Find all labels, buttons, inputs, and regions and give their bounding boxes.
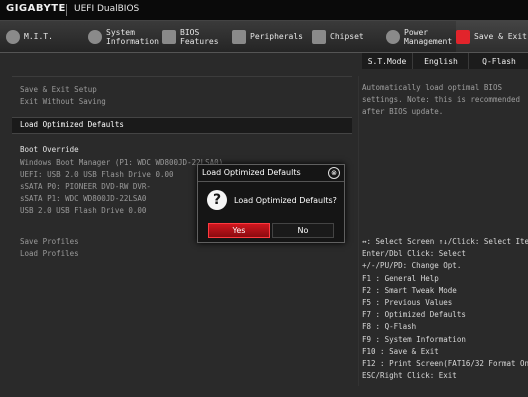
brand-separator bbox=[66, 4, 67, 16]
tab-power-management[interactable]: Power Management bbox=[386, 21, 452, 52]
tab-label: Chipset bbox=[330, 32, 364, 41]
power-icon bbox=[386, 29, 400, 44]
tab-mit[interactable]: M.I.T. bbox=[6, 21, 76, 52]
boot-item[interactable]: UEFI: USB 2.0 USB Flash Drive 0.00 bbox=[20, 170, 174, 179]
key-hint: +/-/PU/PD: Change Opt. bbox=[362, 261, 462, 271]
key-hint: ESC/Right Click: Exit bbox=[362, 371, 457, 381]
key-hint: ↔: Select Screen ↑↓/Click: Select Item bbox=[362, 237, 528, 246]
key-hint: F1 : General Help bbox=[362, 273, 439, 283]
tab-bios-features[interactable]: BIOS Features bbox=[162, 21, 226, 52]
boot-item[interactable]: Windows Boot Manager (P1: WDC WD800JD-22… bbox=[20, 158, 223, 167]
menu-load-optimized-defaults[interactable]: Load Optimized Defaults bbox=[20, 120, 124, 129]
tab-system-information[interactable]: System Information bbox=[88, 21, 159, 52]
key-hint: F5 : Previous Values bbox=[362, 298, 453, 308]
chipset-icon bbox=[312, 29, 326, 44]
chip-icon bbox=[162, 29, 176, 44]
tab-label: Peripherals bbox=[250, 32, 303, 41]
key-hint: F2 : Smart Tweak Mode bbox=[362, 285, 457, 295]
boot-override-heading: Boot Override bbox=[20, 145, 79, 154]
tab-label: Power Management bbox=[404, 27, 453, 46]
tab-save-exit[interactable]: Save & Exit bbox=[456, 21, 528, 52]
key-hint: Enter/Dbl Click: Select bbox=[362, 249, 466, 259]
key-hint: F8 : Q-Flash bbox=[362, 322, 417, 332]
question-icon: ? bbox=[207, 190, 227, 210]
sub-tab-bar: S.T.Mode English Q-Flash bbox=[362, 53, 528, 69]
panel-divider bbox=[358, 76, 359, 386]
tab-chipset[interactable]: Chipset bbox=[312, 21, 368, 52]
main-tab-bar: M.I.T. System Information BIOS Features … bbox=[0, 21, 528, 53]
dialog-title: Load Optimized Defaults bbox=[202, 168, 301, 177]
subtab-q-flash[interactable]: Q-Flash bbox=[468, 53, 528, 69]
load-defaults-dialog: Load Optimized Defaults ⊗ ? Load Optimiz… bbox=[197, 164, 345, 243]
key-hint: F12 : Print Screen(FAT16/32 Format Only) bbox=[362, 359, 528, 369]
gauge-icon bbox=[6, 29, 20, 44]
subtab-language[interactable]: English bbox=[412, 53, 469, 69]
tab-label: System Information bbox=[106, 27, 159, 46]
boot-item[interactable]: USB 2.0 USB Flash Drive 0.00 bbox=[20, 206, 146, 215]
boot-item[interactable]: sSATA P1: WDC WD800JD-22LSA0 bbox=[20, 194, 146, 203]
tab-label: Save & Exit bbox=[474, 32, 527, 41]
gigabyte-logo: GIGABYTE bbox=[6, 3, 66, 14]
key-hint: F10 : Save & Exit bbox=[362, 346, 439, 356]
tab-label: M.I.T. bbox=[24, 32, 53, 41]
cable-icon bbox=[232, 29, 246, 44]
yes-button[interactable]: Yes bbox=[208, 223, 270, 238]
boot-item[interactable]: sSATA P0: PIONEER DVD-RW DVR- bbox=[20, 182, 151, 191]
subtab-st-mode[interactable]: S.T.Mode bbox=[362, 53, 412, 69]
tab-label: BIOS Features bbox=[180, 27, 219, 46]
exit-icon bbox=[456, 29, 470, 44]
bios-name: UEFI DualBIOS bbox=[74, 4, 140, 14]
menu-exit-without-saving[interactable]: Exit Without Saving bbox=[20, 97, 106, 106]
dialog-message: Load Optimized Defaults? bbox=[234, 196, 337, 205]
close-icon[interactable]: ⊗ bbox=[328, 167, 340, 179]
menu-save-profiles[interactable]: Save Profiles bbox=[20, 237, 79, 246]
tab-peripherals[interactable]: Peripherals bbox=[232, 21, 308, 52]
gear-icon bbox=[88, 29, 102, 44]
menu-save-exit-setup[interactable]: Save & Exit Setup bbox=[20, 85, 97, 94]
key-legend: ↔: Select Screen ↑↓/Click: Select Item E… bbox=[362, 236, 528, 382]
no-button[interactable]: No bbox=[272, 223, 334, 238]
key-hint: F9 : System Information bbox=[362, 334, 466, 344]
dialog-divider bbox=[198, 181, 344, 182]
help-text: Automatically load optimal BIOS settings… bbox=[362, 83, 521, 116]
menu-load-profiles[interactable]: Load Profiles bbox=[20, 249, 79, 258]
key-hint: F7 : Optimized Defaults bbox=[362, 310, 466, 320]
